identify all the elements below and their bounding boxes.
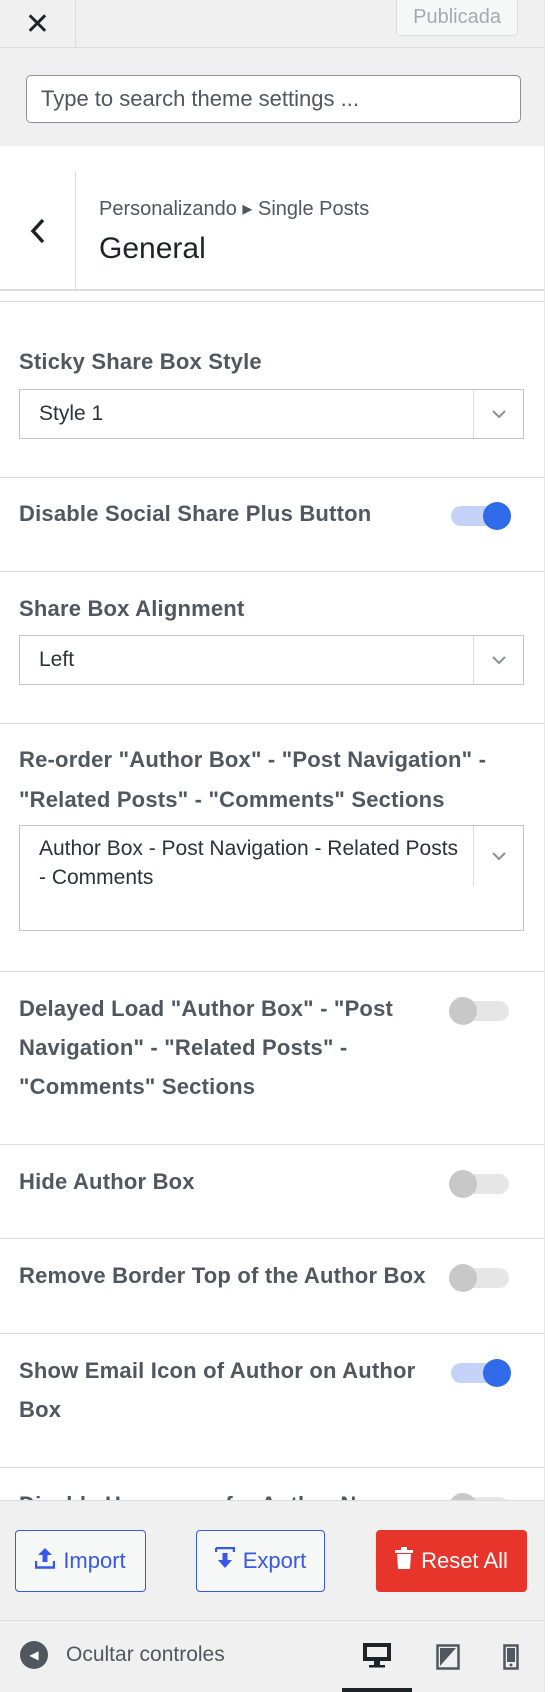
delayed-load-label-line3: "Comments" Sections — [19, 1074, 256, 1099]
reset-all-label: Reset All — [421, 1548, 508, 1573]
close-icon[interactable]: ✕ — [25, 7, 50, 42]
export-button[interactable]: Export — [196, 1530, 325, 1592]
share-box-alignment-label: Share Box Alignment — [19, 596, 245, 621]
export-label: Export — [242, 1548, 307, 1573]
remove-border-top-toggle[interactable] — [449, 1264, 509, 1292]
toggle-knob — [449, 1264, 477, 1292]
customizer-top-bar: ✕ Publicada — [0, 0, 550, 48]
back-button[interactable] — [0, 171, 76, 291]
remove-border-top-label: Remove Border Top of the Author Box — [19, 1263, 426, 1288]
settings-list[interactable]: Sticky Share Box Style Style 1 Disable S… — [0, 293, 544, 1500]
delayed-load-toggle[interactable] — [449, 997, 509, 1025]
reorder-sections-label-line1: Re-order "Author Box" - "Post Navigation… — [19, 747, 487, 772]
sticky-share-box-style-label: Sticky Share Box Style — [19, 349, 262, 374]
reorder-sections-label-line2: "Related Posts" - "Comments" Sections — [19, 787, 445, 812]
close-button[interactable]: ✕ — [0, 0, 76, 48]
reorder-sections-select[interactable]: Author Box - Post Navigation - Related P… — [19, 825, 524, 931]
divider — [0, 1333, 544, 1334]
hide-author-box-label: Hide Author Box — [19, 1169, 195, 1194]
divider — [0, 1238, 544, 1239]
device-tablet-button[interactable] — [413, 1621, 483, 1692]
divider — [0, 1144, 544, 1145]
show-email-icon-label-line2: Box — [19, 1397, 62, 1422]
show-email-icon-toggle[interactable] — [451, 1359, 511, 1387]
download-icon — [214, 1546, 235, 1575]
share-box-alignment-select[interactable]: Left — [19, 635, 524, 685]
divider — [0, 971, 544, 972]
toggle-knob — [449, 1170, 477, 1198]
device-desktop-button[interactable] — [342, 1621, 412, 1692]
divider — [0, 571, 544, 572]
select-value: Style 1 — [39, 402, 104, 425]
chevron-down-icon[interactable] — [473, 390, 523, 438]
divider — [0, 1467, 544, 1468]
chevron-left-icon[interactable] — [29, 217, 47, 245]
upload-icon — [35, 1547, 56, 1575]
show-email-icon-label-line1: Show Email Icon of Author on Author — [19, 1358, 416, 1383]
import-button[interactable]: Import — [15, 1530, 146, 1592]
breadcrumb: Personalizando ▸ Single Posts — [99, 198, 370, 220]
desktop-icon — [363, 1642, 391, 1667]
section-title: General — [99, 232, 206, 265]
chevron-down-icon[interactable] — [473, 826, 523, 886]
partial-setting-label: Disable Homepage for Author Name — [19, 1485, 401, 1500]
device-mobile-button[interactable] — [476, 1621, 546, 1692]
footer-actions: Import Export Reset All — [0, 1500, 544, 1620]
mobile-icon — [503, 1644, 519, 1670]
hide-controls-label: Ocultar controles — [66, 1643, 225, 1666]
theme-settings-search-input[interactable] — [26, 75, 521, 123]
select-value: Author Box - Post Navigation - Related P… — [39, 837, 459, 889]
chevron-down-icon[interactable] — [473, 636, 523, 684]
delayed-load-label-line1: Delayed Load "Author Box" - "Post — [19, 996, 394, 1021]
preview-edge — [544, 0, 550, 1692]
select-value: Left — [39, 648, 75, 671]
hide-controls-button[interactable]: ◀ Ocultar controles — [20, 1641, 225, 1669]
section-header: Personalizando ▸ Single Posts General — [0, 146, 544, 291]
publish-button[interactable]: Publicada — [396, 0, 518, 36]
reset-all-button[interactable]: Reset All — [376, 1530, 527, 1592]
search-area — [0, 48, 544, 146]
tablet-icon — [436, 1644, 460, 1670]
disable-social-share-plus-toggle[interactable] — [451, 502, 511, 530]
toggle-knob — [449, 1493, 477, 1500]
toggle-knob — [483, 502, 511, 530]
divider — [0, 301, 544, 302]
divider — [0, 477, 544, 478]
sticky-share-box-style-select[interactable]: Style 1 — [19, 389, 524, 439]
hide-author-box-toggle[interactable] — [449, 1170, 509, 1198]
collapse-icon: ◀ — [20, 1641, 48, 1669]
disable-social-share-plus-label: Disable Social Share Plus Button — [19, 501, 372, 526]
import-label: Import — [63, 1548, 126, 1573]
delayed-load-label-line2: Navigation" - "Related Posts" - — [19, 1035, 348, 1060]
toggle-knob — [449, 997, 477, 1025]
customizer-bottom-bar: ◀ Ocultar controles — [0, 1620, 550, 1692]
toggle-knob — [483, 1359, 511, 1387]
trash-icon — [395, 1547, 414, 1575]
divider — [0, 723, 544, 724]
